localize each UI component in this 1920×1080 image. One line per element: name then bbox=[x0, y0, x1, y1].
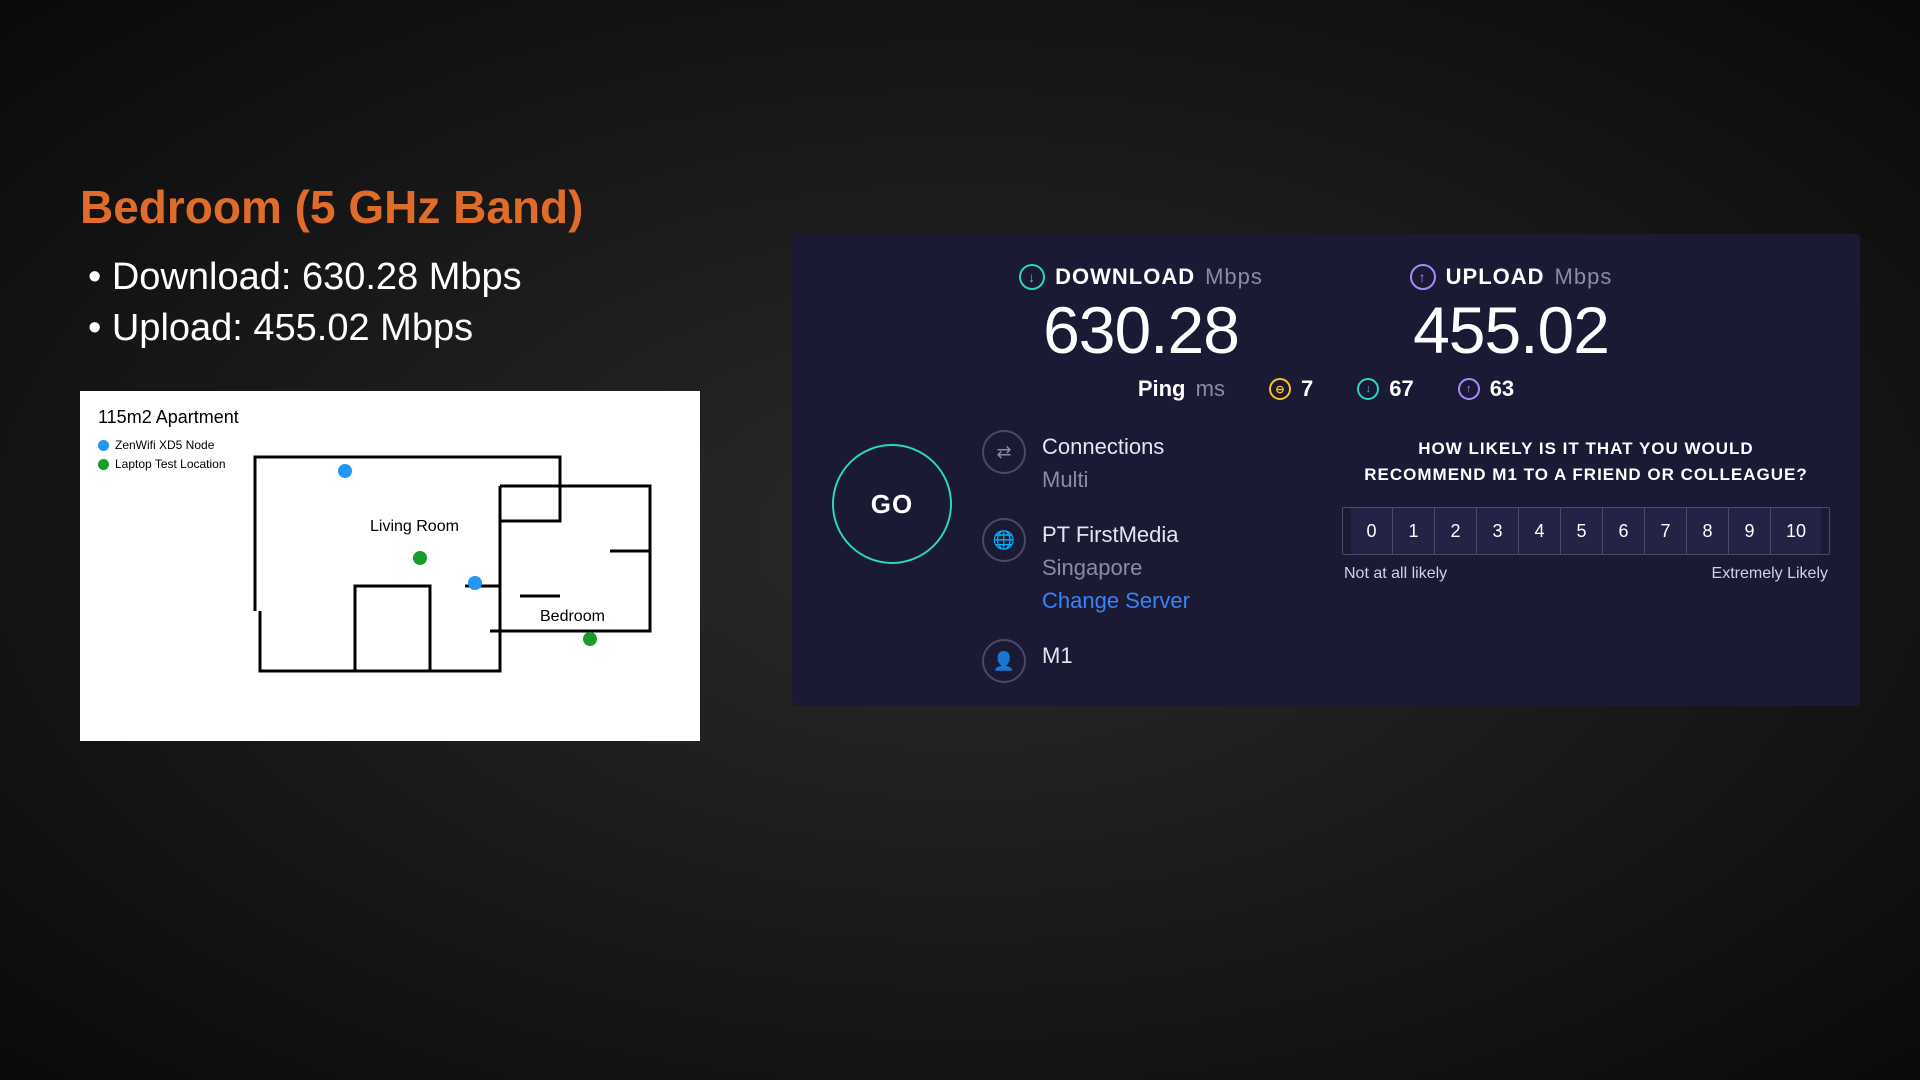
ping-idle: ⊖ 7 bbox=[1269, 376, 1313, 402]
survey-option-1[interactable]: 1 bbox=[1393, 508, 1435, 554]
isp-block: 👤 M1 bbox=[982, 639, 1322, 683]
slide-title: Bedroom (5 GHz Band) bbox=[80, 180, 720, 234]
survey-question-l1: HOW LIKELY IS IT THAT YOU WOULD bbox=[1342, 436, 1830, 462]
download-unit: Mbps bbox=[1205, 264, 1263, 290]
survey-option-2[interactable]: 2 bbox=[1435, 508, 1477, 554]
ping-down-value: 67 bbox=[1389, 376, 1413, 402]
isp-name: M1 bbox=[1042, 639, 1073, 672]
go-button[interactable]: GO bbox=[832, 444, 952, 564]
speedtest-panel: ↓ DOWNLOAD Mbps 630.28 ↑ UPLOAD Mbps 455… bbox=[792, 234, 1860, 706]
upload-icon: ↑ bbox=[1410, 264, 1436, 290]
survey-scale: 0 1 2 3 4 5 6 7 8 9 10 bbox=[1342, 507, 1830, 555]
globe-icon: 🌐 bbox=[982, 518, 1026, 562]
ping-label-group: Ping ms bbox=[1138, 376, 1225, 402]
ping-up-value: 63 bbox=[1490, 376, 1514, 402]
survey-label-high: Extremely Likely bbox=[1712, 565, 1828, 583]
floorplan-panel: 115m2 Apartment ZenWifi XD5 Node Laptop … bbox=[80, 391, 700, 741]
ping-up-icon: ↑ bbox=[1458, 378, 1480, 400]
survey-question: HOW LIKELY IS IT THAT YOU WOULD RECOMMEN… bbox=[1342, 436, 1830, 487]
person-icon: 👤 bbox=[982, 639, 1026, 683]
ping-up: ↑ 63 bbox=[1458, 376, 1514, 402]
survey-option-4[interactable]: 4 bbox=[1519, 508, 1561, 554]
connections-value: Multi bbox=[1042, 463, 1164, 496]
download-block: ↓ DOWNLOAD Mbps 630.28 bbox=[1011, 264, 1271, 368]
ping-label: Ping bbox=[1138, 376, 1186, 401]
upload-block: ↑ UPLOAD Mbps 455.02 bbox=[1381, 264, 1641, 368]
download-label: DOWNLOAD bbox=[1055, 264, 1195, 290]
change-server-link[interactable]: Change Server bbox=[1042, 584, 1190, 617]
node-dot-icon bbox=[98, 440, 109, 451]
survey-scale-labels: Not at all likely Extremely Likely bbox=[1342, 565, 1830, 583]
test-dot-icon bbox=[98, 459, 109, 470]
survey-option-5[interactable]: 5 bbox=[1561, 508, 1603, 554]
connections-block[interactable]: ⇄ Connections Multi bbox=[982, 430, 1322, 496]
ping-down: ↓ 67 bbox=[1357, 376, 1413, 402]
upload-unit: Mbps bbox=[1555, 264, 1613, 290]
connections-label: Connections bbox=[1042, 430, 1164, 463]
survey-option-3[interactable]: 3 bbox=[1477, 508, 1519, 554]
ping-idle-icon: ⊖ bbox=[1269, 378, 1291, 400]
survey-option-9[interactable]: 9 bbox=[1729, 508, 1771, 554]
survey-option-8[interactable]: 8 bbox=[1687, 508, 1729, 554]
ping-unit: ms bbox=[1196, 376, 1225, 401]
upload-value: 455.02 bbox=[1381, 292, 1641, 368]
ping-idle-value: 7 bbox=[1301, 376, 1313, 402]
bullet-download: • Download: 630.28 Mbps bbox=[88, 252, 720, 303]
survey-label-low: Not at all likely bbox=[1344, 565, 1447, 583]
download-icon: ↓ bbox=[1019, 264, 1045, 290]
connections-icon: ⇄ bbox=[982, 430, 1026, 474]
survey-option-7[interactable]: 7 bbox=[1645, 508, 1687, 554]
ping-down-icon: ↓ bbox=[1357, 378, 1379, 400]
survey-option-0[interactable]: 0 bbox=[1351, 508, 1393, 554]
bullet-upload: • Upload: 455.02 Mbps bbox=[88, 303, 720, 354]
server-block[interactable]: 🌐 PT FirstMedia Singapore Change Server bbox=[982, 518, 1322, 617]
living-room-label: Living Room bbox=[370, 518, 459, 535]
survey-option-10[interactable]: 10 bbox=[1771, 508, 1821, 554]
survey-option-6[interactable]: 6 bbox=[1603, 508, 1645, 554]
server-location: Singapore bbox=[1042, 551, 1190, 584]
floorplan-title: 115m2 Apartment bbox=[98, 407, 682, 428]
floorplan-drawing: Living Room Bedroom bbox=[170, 441, 670, 721]
download-value: 630.28 bbox=[1011, 292, 1271, 368]
upload-label: UPLOAD bbox=[1446, 264, 1545, 290]
survey-question-l2: RECOMMEND M1 TO A FRIEND OR COLLEAGUE? bbox=[1342, 462, 1830, 488]
bedroom-label: Bedroom bbox=[540, 608, 605, 625]
server-name: PT FirstMedia bbox=[1042, 518, 1190, 551]
